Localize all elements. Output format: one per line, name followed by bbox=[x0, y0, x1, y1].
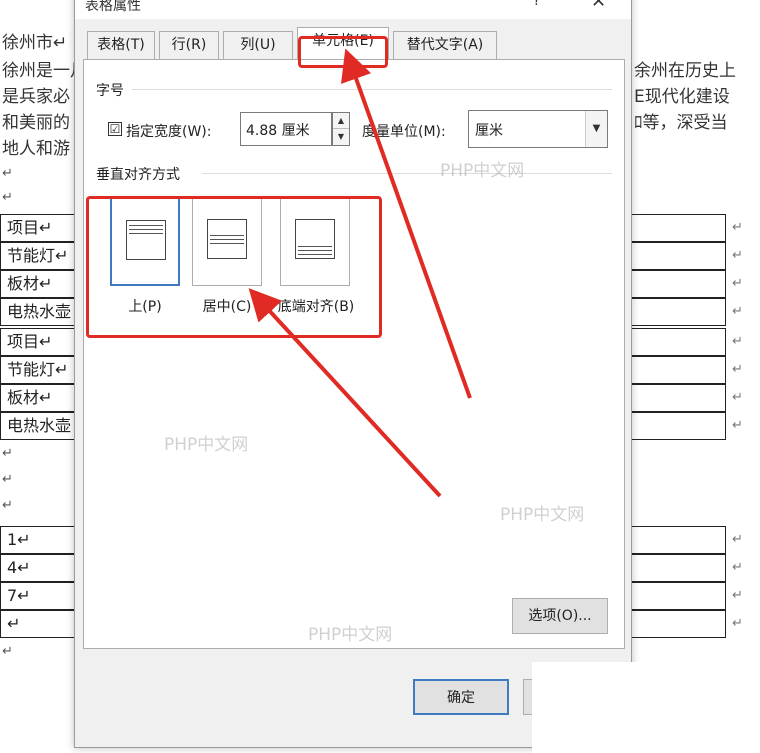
watermark: PHP中文网 bbox=[164, 435, 249, 455]
watermark: PHP中文网 bbox=[440, 161, 525, 181]
watermark: PHP中文网 bbox=[500, 505, 585, 525]
arrow-to-cell-tab bbox=[340, 48, 472, 399]
arrow-to-center-option bbox=[248, 288, 442, 498]
watermark: PHP中文网 bbox=[308, 625, 393, 645]
